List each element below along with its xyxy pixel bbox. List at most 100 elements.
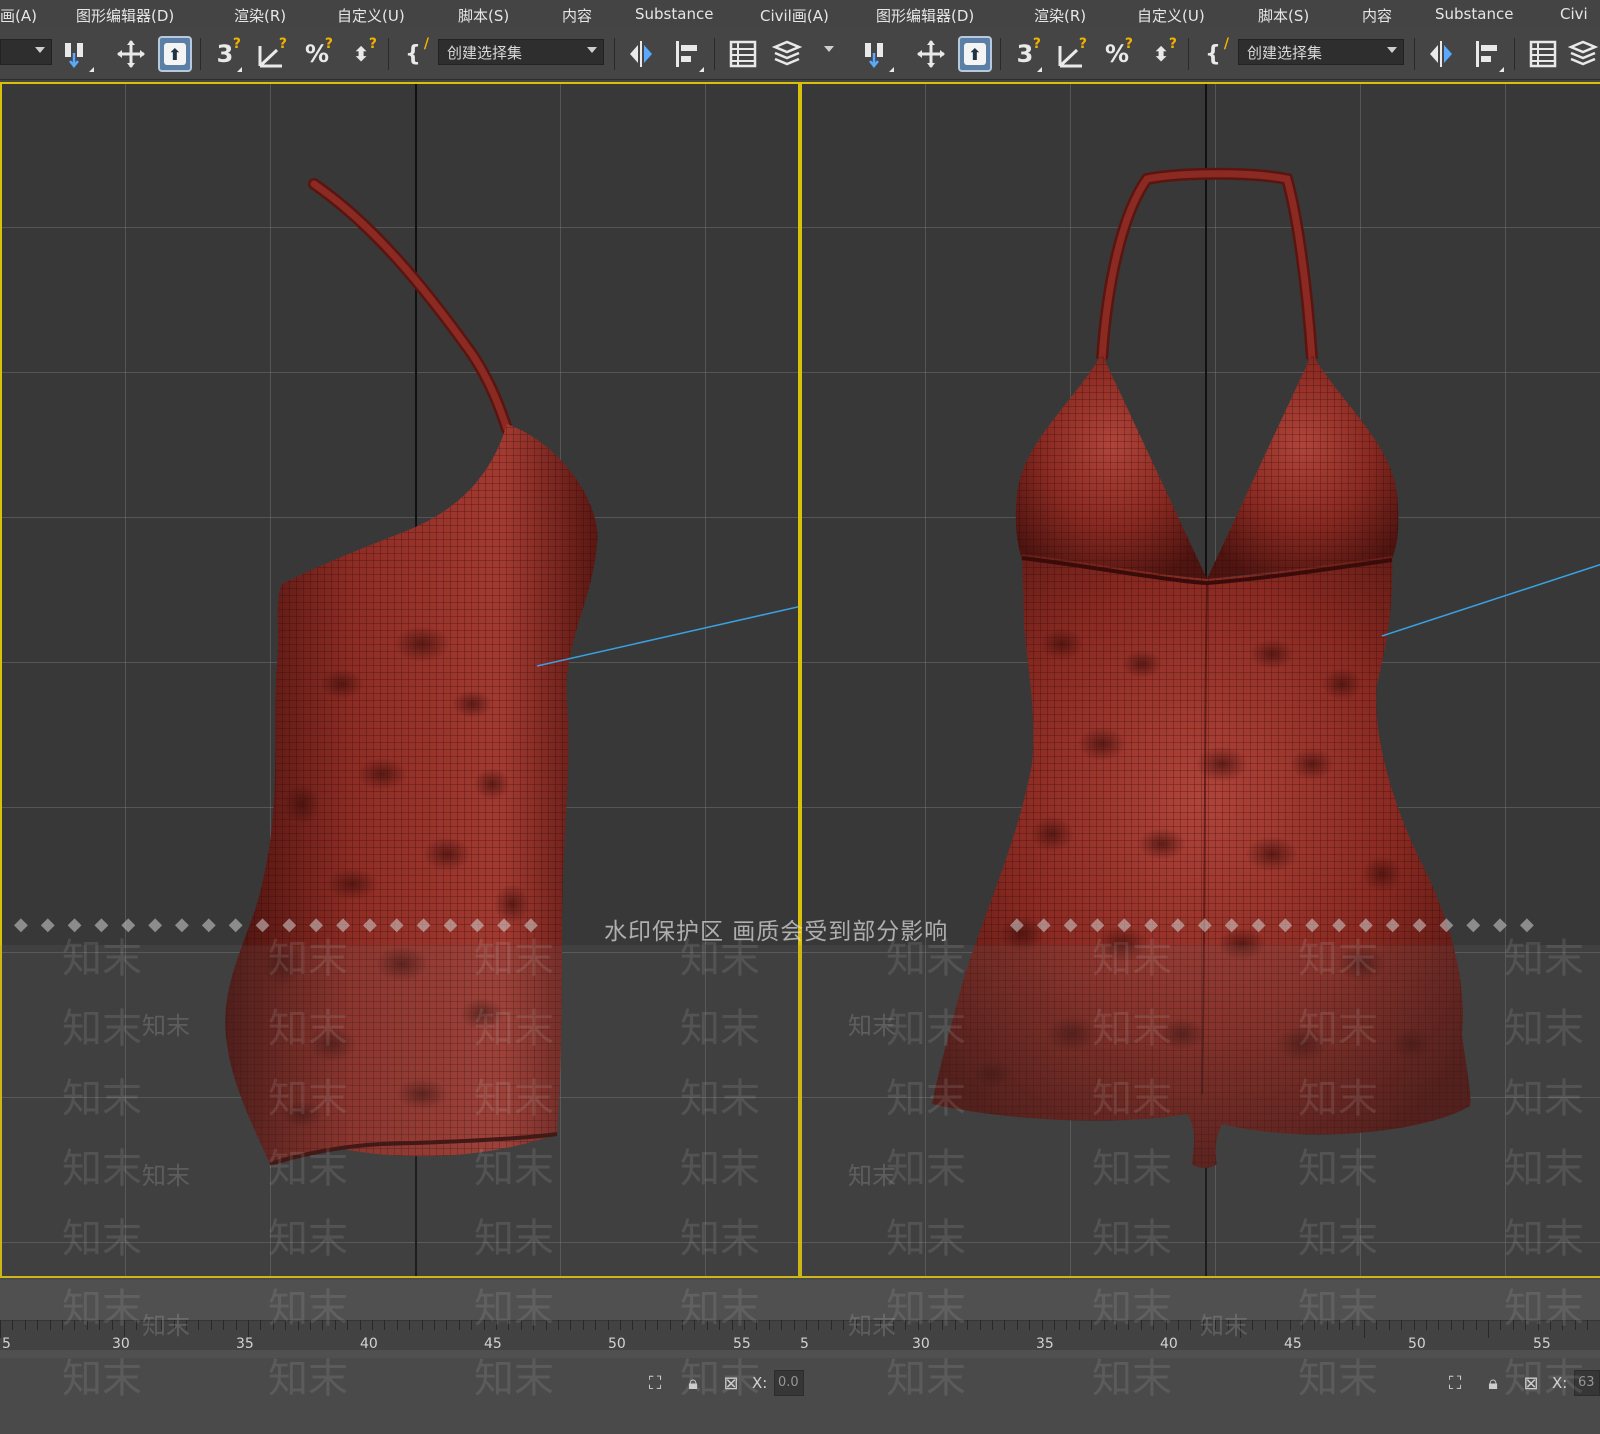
watermark-mark: 知末 <box>848 1312 896 1340</box>
watermark-mark: 知末 <box>1298 1076 1378 1122</box>
scene-explorer-icon-2[interactable] <box>1526 36 1560 72</box>
mirror-icon[interactable] <box>624 36 658 72</box>
menu-bar: 画(A) 图形编辑器(D) 渲染(R) 自定义(U) 脚本(S) 内容 Subs… <box>0 0 1600 28</box>
watermark-mark: 知末 <box>886 1146 966 1192</box>
watermark-mark: 知末 <box>268 1076 348 1122</box>
watermark-mark: 知末 <box>1298 1286 1378 1332</box>
watermark-mark: 知末 <box>142 1312 190 1340</box>
menu-graph-editors-2[interactable]: 图形编辑器(D) <box>876 5 974 26</box>
watermark-mark: 知末 <box>1298 1216 1378 1262</box>
menu-civil-view-2[interactable]: Civi <box>1560 5 1588 23</box>
watermark-mark: 知末 <box>680 936 760 982</box>
snap-3d-icon-2[interactable]: 3? <box>1008 36 1042 72</box>
watermark-mark: 知末 <box>268 1286 348 1332</box>
watermark-mark: 知末 <box>1504 936 1584 982</box>
watermark-mark: 知末 <box>886 936 966 982</box>
move-icon-2[interactable] <box>914 36 948 72</box>
reference-coord-dropdown[interactable] <box>0 39 52 65</box>
edit-named-sets-icon[interactable]: {/ <box>396 36 430 72</box>
menu-content-2[interactable]: 内容 <box>1362 5 1392 26</box>
percent-snap-icon[interactable]: %? <box>300 36 334 72</box>
menu-rendering-2[interactable]: 渲染(R) <box>1034 5 1086 26</box>
named-selection-set-dropdown-2[interactable]: 创建选择集 <box>1238 39 1404 65</box>
watermark-mark: 知末 <box>474 936 554 982</box>
watermark-mark: 知末 <box>1092 1076 1172 1122</box>
watermark-mark: 知末 <box>474 1286 554 1332</box>
menu-rendering[interactable]: 渲染(R) <box>234 5 286 26</box>
snap-3d-icon[interactable]: 3? <box>208 36 242 72</box>
watermark-mark: 知末 <box>1200 1312 1248 1340</box>
watermark-mark: 知末 <box>680 1146 760 1192</box>
select-object-icon-2[interactable]: ⬆ <box>958 36 992 72</box>
menu-scripting[interactable]: 脚本(S) <box>458 5 509 26</box>
layer-icon[interactable] <box>770 36 804 72</box>
select-link-icon[interactable] <box>60 36 94 72</box>
watermark-mark: 知末 <box>848 1012 896 1040</box>
select-object-icon[interactable]: ⬆ <box>158 36 192 72</box>
watermark-mark: 知末 <box>1298 1356 1378 1402</box>
watermark-mark: 知末 <box>268 1006 348 1052</box>
watermark-mark: 知末 <box>886 1006 966 1052</box>
watermark-mark: 知末 <box>62 1356 142 1402</box>
watermark-mark: 知末 <box>62 1006 142 1052</box>
watermark-mark: 知末 <box>62 936 142 982</box>
mirror-icon-2[interactable] <box>1424 36 1458 72</box>
watermark-mark: 知末 <box>1092 1216 1172 1262</box>
edit-named-sets-icon-2[interactable]: {/ <box>1196 36 1230 72</box>
watermark-mark: 知末 <box>268 1356 348 1402</box>
spinner-snap-icon[interactable]: ⬍? <box>344 36 378 72</box>
menu-graph-editors[interactable]: 图形编辑器(D) <box>76 5 174 26</box>
watermark-mark: 知末 <box>1504 1146 1584 1192</box>
align-icon-2[interactable] <box>1470 36 1504 72</box>
menu-customize-2[interactable]: 自定义(U) <box>1137 5 1205 26</box>
watermark-mark: 知末 <box>62 1146 142 1192</box>
watermark-mark: 知末 <box>1298 936 1378 982</box>
watermark-mark: 知末 <box>848 1162 896 1190</box>
spinner-snap-icon-2[interactable]: ⬍? <box>1144 36 1178 72</box>
chevron-down-icon <box>1387 47 1397 53</box>
menu-customize[interactable]: 自定义(U) <box>337 5 405 26</box>
watermark-mark: 知末 <box>474 1076 554 1122</box>
menu-substance-2[interactable]: Substance <box>1435 5 1513 23</box>
watermark-mark: 知末 <box>680 1286 760 1332</box>
watermark-mark: 知末 <box>474 1216 554 1262</box>
menu-substance[interactable]: Substance <box>635 5 713 23</box>
main-toolbar: ⬆ 3? ? %? ⬍? {/ 创建选择集 ⬆ 3? ? %? ⬍? {/ 创建… <box>0 28 1600 80</box>
move-icon[interactable] <box>114 36 148 72</box>
watermark-mark: 知末 <box>1092 936 1172 982</box>
watermark-mark: 知末 <box>142 1012 190 1040</box>
menu-scripting-2[interactable]: 脚本(S) <box>1258 5 1309 26</box>
layer-icon-2[interactable] <box>1566 36 1600 72</box>
watermark-mark: 知末 <box>1504 1286 1584 1332</box>
light-ray <box>1381 563 1600 637</box>
watermark-mark: 知末 <box>268 1146 348 1192</box>
watermark-diamonds: ◆◆◆◆◆◆◆◆◆◆◆◆◆◆◆◆◆◆◆◆ <box>1010 914 1547 935</box>
watermark-mark: 知末 <box>268 1216 348 1262</box>
menu-view-animation[interactable]: 画(A) <box>0 5 37 26</box>
align-icon[interactable] <box>670 36 704 72</box>
watermark-mark: 知末 <box>1504 1076 1584 1122</box>
menu-content[interactable]: 内容 <box>562 5 592 26</box>
scene-explorer-icon[interactable] <box>726 36 760 72</box>
watermark-mark: 知末 <box>1298 1146 1378 1192</box>
watermark-mark: 知末 <box>886 1356 966 1402</box>
chevron-down-icon <box>824 46 834 52</box>
angle-snap-icon-2[interactable]: ? <box>1054 36 1088 72</box>
watermark-mark: 知末 <box>886 1286 966 1332</box>
chevron-down-icon <box>587 47 597 53</box>
watermark-mark: 知末 <box>1504 1216 1584 1262</box>
watermark-mark: 知末 <box>1092 1006 1172 1052</box>
watermark-mark: 知末 <box>680 1356 760 1402</box>
named-selection-set-dropdown[interactable]: 创建选择集 <box>438 39 604 65</box>
menu-civil-view[interactable]: Civil画(A) <box>760 5 829 26</box>
layer-dropdown[interactable] <box>806 39 840 65</box>
watermark-mark: 知末 <box>1092 1146 1172 1192</box>
watermark-mark: 知末 <box>1504 1356 1584 1402</box>
watermark-mark: 知末 <box>62 1216 142 1262</box>
angle-snap-icon[interactable]: ? <box>254 36 288 72</box>
select-link-icon-2[interactable] <box>860 36 894 72</box>
watermark-mark: 知末 <box>142 1162 190 1190</box>
watermark-mark: 知末 <box>62 1286 142 1332</box>
percent-snap-icon-2[interactable]: %? <box>1100 36 1134 72</box>
watermark-mark: 知末 <box>474 1356 554 1402</box>
